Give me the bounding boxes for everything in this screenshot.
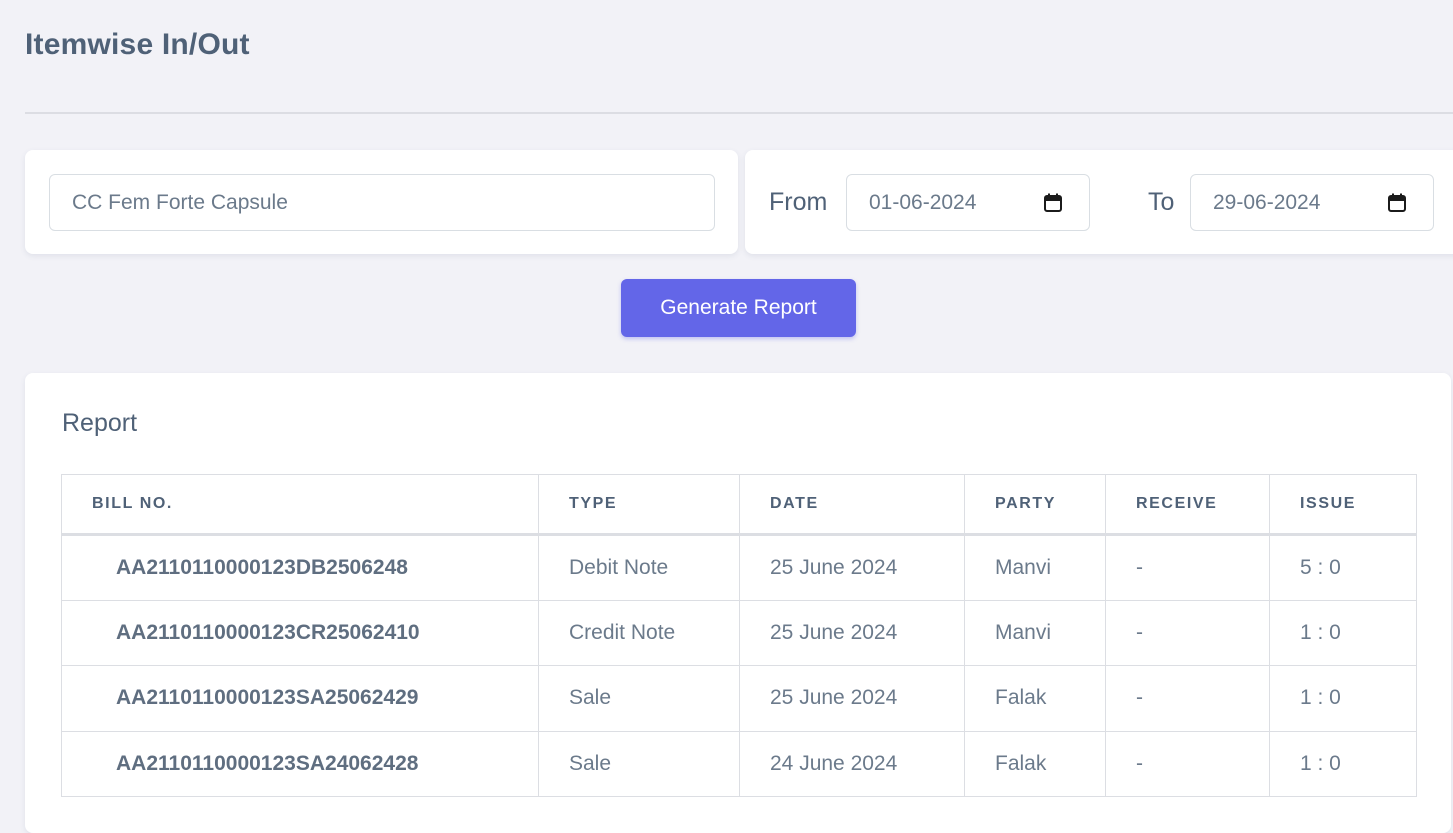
type-cell: Debit Note [538,534,740,601]
receive-cell: - [1105,599,1270,666]
column-header-issue[interactable]: ISSUE [1269,474,1417,536]
report-table: BILL NO. TYPE DATE PARTY RECEIVE ISSUE A… [61,474,1417,797]
table-row[interactable]: AA2110110000123DB2506248 Debit Note 25 J… [61,534,1417,601]
issue-cell: 1 : 0 [1269,665,1417,732]
date-cell: 24 June 2024 [739,730,965,797]
party-cell: Falak [964,665,1106,732]
party-cell: Manvi [964,534,1106,601]
table-row[interactable]: AA2110110000123SA24062428 Sale 24 June 2… [61,730,1417,797]
from-date-value: 01-06-2024 [869,190,977,214]
column-header-bill-no[interactable]: BILL NO. [61,474,539,536]
to-label: To [1148,188,1175,216]
issue-cell: 1 : 0 [1269,730,1417,797]
date-cell: 25 June 2024 [739,665,965,732]
receive-cell: - [1105,730,1270,797]
table-row[interactable]: AA2110110000123CR25062410 Credit Note 25… [61,599,1417,666]
date-cell: 25 June 2024 [739,534,965,601]
bill-no-cell: AA2110110000123CR25062410 [61,599,539,666]
table-row[interactable]: AA2110110000123SA25062429 Sale 25 June 2… [61,665,1417,732]
calendar-icon[interactable] [1387,193,1407,213]
item-input[interactable]: CC Fem Forte Capsule [49,174,715,231]
type-cell: Credit Note [538,599,740,666]
party-cell: Manvi [964,599,1106,666]
bill-no-cell: AA2110110000123DB2506248 [61,534,539,601]
type-cell: Sale [538,665,740,732]
date-cell: 25 June 2024 [739,599,965,666]
report-title: Report [62,409,138,437]
column-header-receive[interactable]: RECEIVE [1105,474,1270,536]
bill-no-cell: AA2110110000123SA24062428 [61,730,539,797]
to-date-input[interactable]: 29-06-2024 [1190,174,1434,231]
calendar-icon[interactable] [1043,193,1063,213]
date-range-card: From 01-06-2024 To 29-06-2024 [745,150,1453,254]
to-date-value: 29-06-2024 [1213,190,1321,214]
receive-cell: - [1105,534,1270,601]
from-date-input[interactable]: 01-06-2024 [846,174,1090,231]
issue-cell: 1 : 0 [1269,599,1417,666]
column-header-type[interactable]: TYPE [538,474,740,536]
issue-cell: 5 : 0 [1269,534,1417,601]
page-title: Itemwise In/Out [25,28,250,61]
type-cell: Sale [538,730,740,797]
column-header-party[interactable]: PARTY [964,474,1106,536]
column-header-date[interactable]: DATE [739,474,965,536]
report-card: Report BILL NO. TYPE DATE PARTY RECEIVE … [25,373,1451,833]
generate-report-button[interactable]: Generate Report [621,279,856,337]
header-divider [25,112,1453,114]
party-cell: Falak [964,730,1106,797]
table-header-row: BILL NO. TYPE DATE PARTY RECEIVE ISSUE [61,474,1417,536]
receive-cell: - [1105,665,1270,732]
item-card: CC Fem Forte Capsule [25,150,738,254]
from-label: From [769,188,828,216]
bill-no-cell: AA2110110000123SA25062429 [61,665,539,732]
